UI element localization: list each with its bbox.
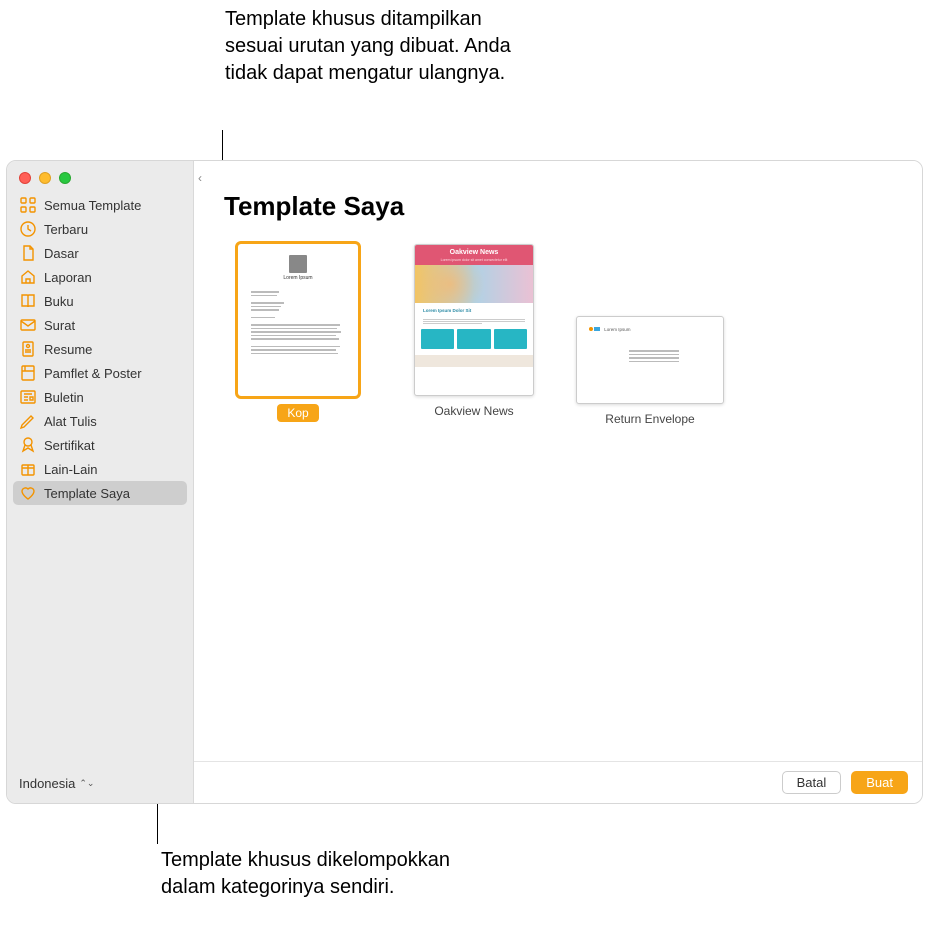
sidebar-item-other[interactable]: Lain-Lain bbox=[13, 457, 187, 481]
chevron-updown-icon: ⌃⌄ bbox=[79, 778, 94, 789]
template-thumbnail: Oakview News Lorem ipsum dolor sit amet … bbox=[414, 244, 534, 396]
language-label: Indonesia bbox=[19, 776, 75, 791]
minimize-window-button[interactable] bbox=[39, 172, 51, 184]
sidebar-item-label: Alat Tulis bbox=[44, 414, 97, 429]
resume-icon bbox=[19, 340, 37, 358]
sidebar-item-books[interactable]: Buku bbox=[13, 289, 187, 313]
template-label: Oakview News bbox=[434, 404, 513, 418]
footer: Batal Buat bbox=[194, 761, 922, 803]
sidebar-item-resume[interactable]: Resume bbox=[13, 337, 187, 361]
template-grid-area: Template Saya Lorem Ipsum bbox=[194, 161, 922, 761]
sidebar-item-label: Lain-Lain bbox=[44, 462, 98, 477]
template-label: Kop bbox=[277, 404, 318, 422]
window-controls bbox=[7, 161, 193, 193]
sidebar-item-label: Semua Template bbox=[44, 198, 141, 213]
sidebar-item-label: Template Saya bbox=[44, 486, 130, 501]
mail-icon bbox=[19, 316, 37, 334]
template-thumbnail: Lorem Ipsum bbox=[576, 316, 724, 404]
template-thumbnail: Lorem Ipsum bbox=[238, 244, 358, 396]
sidebar-item-certificates[interactable]: Sertifikat bbox=[13, 433, 187, 457]
create-button[interactable]: Buat bbox=[851, 771, 908, 794]
box-icon bbox=[19, 460, 37, 478]
annotation-top: Template khusus ditampilkan sesuai uruta… bbox=[225, 6, 545, 87]
template-label: Return Envelope bbox=[605, 412, 694, 426]
template-chooser-window: Semua Template Terbaru Dasar Laporan bbox=[6, 160, 923, 804]
book-icon bbox=[19, 292, 37, 310]
sidebar-item-label: Buletin bbox=[44, 390, 84, 405]
heart-icon bbox=[19, 484, 37, 502]
category-list: Semua Template Terbaru Dasar Laporan bbox=[7, 193, 193, 505]
sidebar-item-label: Buku bbox=[44, 294, 74, 309]
sidebar-item-my-templates[interactable]: Template Saya bbox=[13, 481, 187, 505]
language-popup[interactable]: Indonesia ⌃⌄ bbox=[19, 776, 94, 791]
template-grid: Lorem Ipsum Kop Oakview News bbox=[224, 244, 892, 426]
sidebar-item-flyers[interactable]: Pamflet & Poster bbox=[13, 361, 187, 385]
fullscreen-window-button[interactable] bbox=[59, 172, 71, 184]
report-icon bbox=[19, 268, 37, 286]
collapse-sidebar-button[interactable]: ‹ bbox=[198, 171, 202, 185]
sidebar-item-label: Laporan bbox=[44, 270, 92, 285]
sidebar-item-basic[interactable]: Dasar bbox=[13, 241, 187, 265]
sidebar-item-letters[interactable]: Surat bbox=[13, 313, 187, 337]
sidebar-item-label: Sertifikat bbox=[44, 438, 95, 453]
sidebar: Semua Template Terbaru Dasar Laporan bbox=[7, 161, 194, 803]
sidebar-item-label: Surat bbox=[44, 318, 75, 333]
sidebar-item-label: Pamflet & Poster bbox=[44, 366, 142, 381]
newsletter-title: Oakview News bbox=[415, 245, 533, 258]
sidebar-item-all[interactable]: Semua Template bbox=[13, 193, 187, 217]
main-pane: ‹ Template Saya Lorem Ipsum bbox=[194, 161, 922, 803]
annotation-bottom: Template khusus dikelompokkan dalam kate… bbox=[161, 847, 481, 901]
template-item-return-envelope[interactable]: Lorem Ipsum Return Envelope bbox=[576, 244, 724, 426]
pencil-icon bbox=[19, 412, 37, 430]
close-window-button[interactable] bbox=[19, 172, 31, 184]
sidebar-item-reports[interactable]: Laporan bbox=[13, 265, 187, 289]
sidebar-item-label: Resume bbox=[44, 342, 92, 357]
sidebar-item-label: Terbaru bbox=[44, 222, 88, 237]
sidebar-footer: Indonesia ⌃⌄ bbox=[7, 765, 193, 803]
document-icon bbox=[19, 244, 37, 262]
template-item-oakview-news[interactable]: Oakview News Lorem ipsum dolor sit amet … bbox=[400, 244, 548, 418]
newsletter-story: Lorem Ipsum Dolor Sit bbox=[415, 303, 533, 318]
sidebar-item-stationery[interactable]: Alat Tulis bbox=[13, 409, 187, 433]
page-title: Template Saya bbox=[224, 191, 892, 222]
sidebar-item-label: Dasar bbox=[44, 246, 79, 261]
sidebar-item-recent[interactable]: Terbaru bbox=[13, 217, 187, 241]
cancel-button[interactable]: Batal bbox=[782, 771, 842, 794]
poster-icon bbox=[19, 364, 37, 382]
ribbon-icon bbox=[19, 436, 37, 454]
newspaper-icon bbox=[19, 388, 37, 406]
grid-icon bbox=[19, 196, 37, 214]
sidebar-item-newsletter[interactable]: Buletin bbox=[13, 385, 187, 409]
template-item-kop[interactable]: Lorem Ipsum Kop bbox=[224, 244, 372, 422]
clock-icon bbox=[19, 220, 37, 238]
